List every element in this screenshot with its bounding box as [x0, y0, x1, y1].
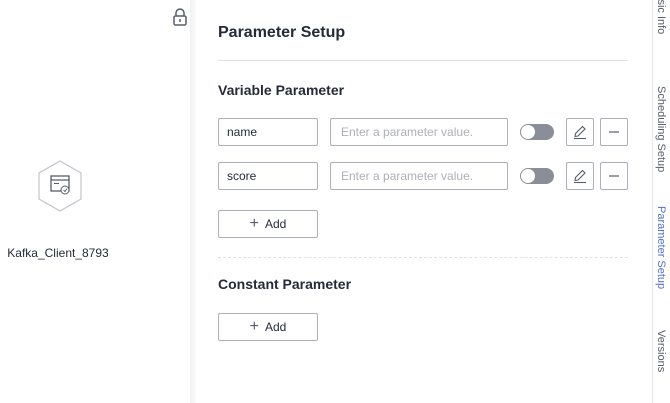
edit-button[interactable]	[566, 162, 594, 190]
parameter-toggle[interactable]	[520, 124, 554, 140]
section-divider	[218, 257, 628, 258]
toggle-knob	[521, 169, 535, 183]
parameter-name-input[interactable]	[218, 162, 318, 190]
remove-button[interactable]	[600, 118, 628, 146]
remove-button[interactable]	[600, 162, 628, 190]
parameter-toggle[interactable]	[520, 168, 554, 184]
variable-row	[218, 118, 638, 146]
toggle-knob	[521, 125, 535, 139]
variable-parameter-heading: Variable Parameter	[218, 82, 345, 98]
add-variable-button[interactable]: + Add	[218, 210, 318, 238]
edit-icon	[574, 125, 586, 140]
lock-icon[interactable]	[172, 8, 188, 26]
add-constant-button[interactable]: + Add	[218, 313, 318, 341]
node-label[interactable]: Kafka_Client_8793	[0, 246, 116, 260]
edit-button[interactable]	[566, 118, 594, 146]
title-divider	[218, 60, 628, 61]
constant-parameter-heading: Constant Parameter	[218, 276, 352, 292]
edit-icon	[574, 169, 586, 184]
add-label: Add	[264, 320, 287, 334]
parameter-value-input[interactable]	[330, 162, 508, 190]
variable-row	[218, 162, 638, 190]
remove-icon	[609, 175, 619, 177]
plus-icon: +	[249, 215, 259, 232]
canvas-area[interactable]: Kafka_Client_8793	[0, 0, 190, 403]
parameter-name-input[interactable]	[218, 118, 318, 146]
plus-icon: +	[249, 318, 259, 335]
add-label: Add	[264, 217, 287, 231]
right-vertical-tabs: Basic Info Scheduling Setup Parameter Se…	[652, 0, 670, 403]
parameter-setup-panel: Parameter Setup Variable Parameter name …	[196, 0, 652, 403]
parameter-value-input[interactable]	[330, 118, 508, 146]
remove-icon	[609, 131, 619, 133]
panel-title: Parameter Setup	[218, 24, 346, 41]
kafka-client-node-icon[interactable]	[37, 160, 83, 212]
